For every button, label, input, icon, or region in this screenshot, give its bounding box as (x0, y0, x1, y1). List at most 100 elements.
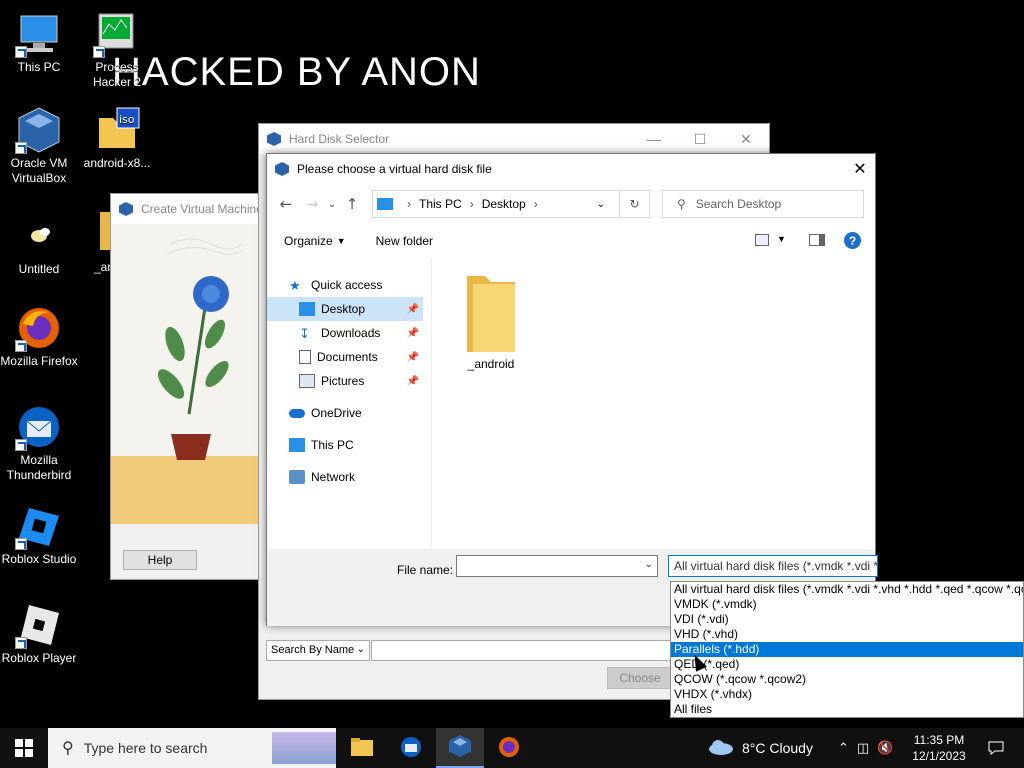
firefox-icon (15, 304, 63, 352)
virtualbox-icon (275, 162, 289, 176)
view-options-icon[interactable] (755, 234, 769, 246)
minimize-icon[interactable]: — (631, 124, 677, 154)
system-tray: ⌃ ◫ 🔇 (838, 728, 893, 768)
close-icon[interactable]: ✕ (845, 154, 875, 184)
desktop-icon-label: Roblox Player (1, 651, 77, 665)
desktop-icon-virtualbox[interactable]: Oracle VM VirtualBox (0, 106, 78, 186)
taskbar-virtualbox[interactable] (436, 728, 484, 768)
nav-quick-access[interactable]: ★ Quick access (289, 273, 419, 297)
dropdown-option-highlighted[interactable]: Parallels (*.hdd) (671, 642, 1023, 657)
picture-icon (299, 374, 315, 388)
dropdown-option[interactable]: VHD (*.vhd) (671, 627, 1023, 642)
desktop-icon-thunderbird[interactable]: Mozilla Thunderbird (0, 403, 78, 483)
file-type-dropdown[interactable]: All virtual hard disk files (*.vmdk *.vd… (670, 581, 1024, 718)
file-dialog-titlebar[interactable]: Please choose a virtual hard disk file ✕ (267, 154, 875, 184)
create-vm-window[interactable]: Create Virtual Machine Help (110, 193, 263, 580)
network-icon[interactable]: ◫ (857, 741, 869, 756)
up-arrow-icon[interactable]: ↑ (339, 191, 365, 217)
taskbar-firefox[interactable] (485, 728, 533, 768)
dropdown-option[interactable]: VDI (*.vdi) (671, 612, 1023, 627)
search-by-name-select[interactable]: Search By Name ⌄ (266, 640, 370, 661)
nav-label: Desktop (321, 302, 366, 316)
help-button[interactable]: Help (123, 550, 197, 570)
taskbar-thunderbird[interactable] (387, 728, 435, 768)
maximize-icon[interactable]: ☐ (677, 124, 723, 154)
nav-this-pc[interactable]: This PC (289, 433, 419, 457)
nav-label: Network (311, 470, 356, 484)
refresh-icon[interactable]: ↻ (619, 190, 649, 218)
taskbar-search-box[interactable]: ⚲ Type here to search (48, 728, 336, 768)
roblox-studio-icon (15, 502, 63, 550)
desktop-icon-android-iso[interactable]: iso android-x8... (78, 106, 156, 171)
untitled-file-icon (15, 212, 63, 260)
process-hacker-icon (93, 10, 141, 58)
caret-down-icon[interactable]: ▼ (777, 234, 786, 244)
file-name-label: File name: (397, 563, 454, 577)
folder-item[interactable]: _android (461, 272, 521, 371)
desktop-icon-roblox-studio[interactable]: Roblox Studio (0, 502, 78, 567)
desktop-icon-untitled[interactable]: Untitled (0, 212, 78, 277)
hard-disk-selector-titlebar[interactable]: Hard Disk Selector — ☐ ✕ (259, 124, 769, 154)
dropdown-option[interactable]: VMDK (*.vmdk) (671, 597, 1023, 612)
virtualbox-icon (15, 106, 63, 154)
nav-desktop[interactable]: Desktop 📌 (267, 297, 423, 321)
taskbar-file-explorer[interactable] (338, 728, 386, 768)
virtualbox-icon (449, 734, 471, 760)
dropdown-option[interactable]: All virtual hard disk files (*.vmdk *.vd… (671, 582, 1023, 597)
nav-network[interactable]: Network (289, 465, 419, 489)
create-vm-titlebar[interactable]: Create Virtual Machine (111, 194, 263, 224)
nav-label: Documents (317, 350, 378, 364)
desktop-icon-label: Mozilla Firefox (0, 354, 78, 368)
dropdown-option[interactable]: QED (*.qed) (671, 657, 1023, 672)
search-placeholder: Search Desktop (695, 197, 782, 211)
breadcrumb-this-pc[interactable]: This PC (419, 197, 462, 211)
help-icon[interactable]: ? (844, 232, 861, 249)
new-folder-button[interactable]: New folder (376, 234, 433, 248)
nav-documents[interactable]: Documents 📌 (267, 345, 423, 369)
chevron-down-icon[interactable]: ⌄ (597, 199, 605, 210)
thunderbird-icon (400, 736, 422, 761)
close-icon[interactable]: ✕ (723, 124, 769, 154)
flower-illustration (111, 224, 259, 524)
notification-icon[interactable] (978, 728, 1014, 768)
chevron-down-icon[interactable]: ⌄ (325, 191, 339, 217)
chevron-up-icon[interactable]: ⌃ (838, 741, 849, 756)
desktop-icon-process-hacker[interactable]: Process Hacker 2 (78, 10, 156, 90)
file-dialog[interactable]: Please choose a virtual hard disk file ✕… (266, 153, 878, 626)
roblox-player-icon (15, 601, 63, 649)
search-highlight-image (272, 732, 336, 764)
file-name-input[interactable]: ⌄ (456, 555, 658, 577)
volume-muted-icon[interactable]: 🔇 (877, 741, 893, 756)
windows-start-icon[interactable] (0, 728, 48, 768)
weather-widget[interactable]: 8°C Cloudy (708, 728, 813, 768)
nav-onedrive[interactable]: OneDrive (289, 401, 419, 425)
firefox-icon (498, 736, 520, 761)
desktop-icon-firefox[interactable]: Mozilla Firefox (0, 304, 78, 369)
desktop-icon-label: Roblox Studio (1, 552, 77, 566)
dropdown-option[interactable]: VHDX (*.vhdx) (671, 687, 1023, 702)
breadcrumb-desktop[interactable]: Desktop (482, 197, 526, 211)
clock[interactable]: 11:35 PM 12/1/2023 (908, 732, 970, 764)
organize-button[interactable]: Organize ▼ (284, 234, 346, 248)
back-arrow-icon[interactable]: ← (273, 191, 299, 217)
nav-label: OneDrive (311, 406, 362, 420)
nav-pictures[interactable]: Pictures 📌 (267, 369, 423, 393)
desktop-icon-roblox-player[interactable]: Roblox Player (0, 601, 78, 666)
desktop-icon (299, 302, 315, 316)
search-by-name-input[interactable] (371, 640, 671, 661)
desktop-icon-android-folder[interactable]: _an (84, 212, 110, 275)
cloud-icon (708, 739, 734, 758)
choose-button[interactable]: Choose (607, 667, 673, 689)
search-input[interactable]: ⚲ Search Desktop (662, 190, 864, 218)
file-type-filter[interactable]: All virtual hard disk files (*.vmdk *.vd… (668, 555, 878, 577)
file-explorer-icon (351, 737, 373, 759)
address-bar[interactable]: › This PC › Desktop › ⌄ (372, 190, 650, 218)
dropdown-option[interactable]: All files (671, 702, 1023, 717)
clock-time: 11:35 PM (913, 733, 965, 747)
chevron-down-icon[interactable]: ⌄ (645, 559, 653, 570)
forward-arrow-icon[interactable]: → (299, 191, 325, 217)
preview-pane-icon[interactable] (809, 234, 825, 246)
nav-downloads[interactable]: ↧ Downloads 📌 (267, 321, 423, 345)
desktop-icon-this-pc[interactable]: This PC (0, 10, 78, 75)
dropdown-option[interactable]: QCOW (*.qcow *.qcow2) (671, 672, 1023, 687)
